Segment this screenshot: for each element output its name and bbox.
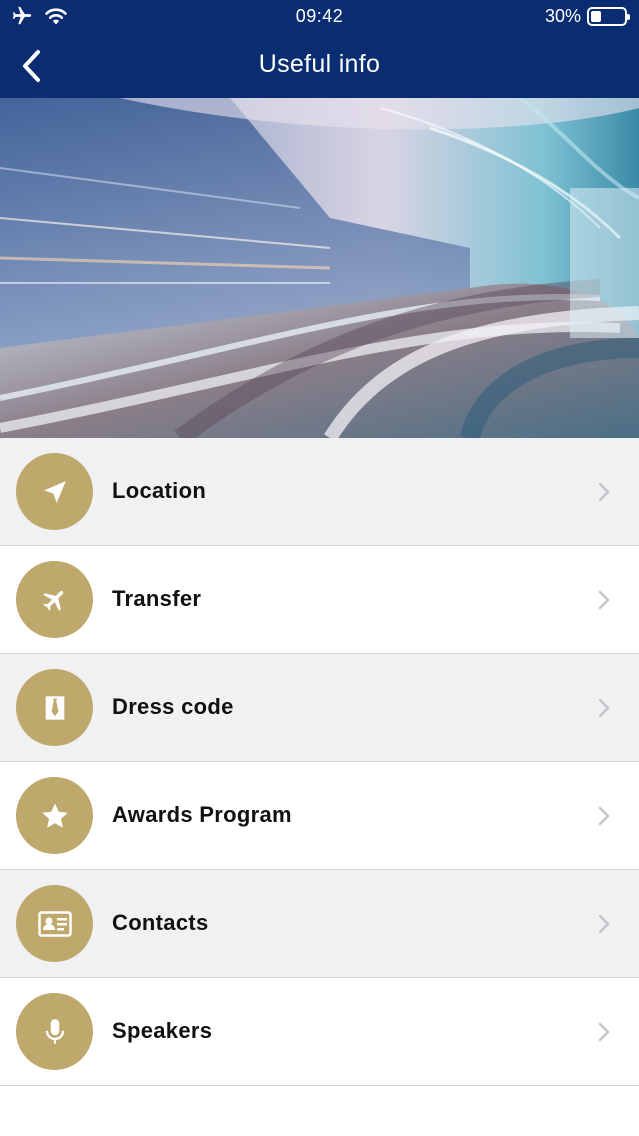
menu-item-transfer[interactable]: Transfer (0, 546, 639, 654)
hero-image (0, 98, 639, 438)
status-bar: 09:42 30% (0, 0, 639, 34)
menu-item-label: Transfer (112, 586, 202, 611)
battery-fill (591, 11, 601, 22)
location-icon-circle (16, 453, 93, 530)
menu-item-dress-code[interactable]: Dress code (0, 654, 639, 762)
dress-code-icon-circle (16, 669, 93, 746)
chevron-right-icon (598, 698, 610, 718)
top-bar: 09:42 30% Useful info (0, 0, 639, 98)
nav-bar: Useful info (0, 34, 639, 98)
awards-icon-circle (16, 777, 93, 854)
contacts-icon-circle (16, 885, 93, 962)
chevron-right-icon (598, 482, 610, 502)
chevron-right-icon (598, 1022, 610, 1042)
menu-item-label: Location (112, 478, 207, 503)
menu-item-label: Speakers (112, 1018, 213, 1043)
menu-item-contacts[interactable]: Contacts (0, 870, 639, 978)
menu-item-location[interactable]: Location (0, 438, 639, 546)
status-time: 09:42 (295, 6, 344, 26)
battery-percent: 30% (544, 6, 581, 26)
status-right: 30% (544, 6, 630, 27)
airplane-icon (42, 590, 63, 611)
menu-item-label: Dress code (112, 694, 234, 719)
chevron-right-icon (598, 590, 610, 610)
page-title: Useful info (258, 50, 381, 78)
tie-icon (45, 695, 64, 720)
menu-item-label: Awards Program (112, 802, 292, 827)
chevron-right-icon (598, 806, 610, 826)
menu-list: Location Transfer Dress code Awards Prog… (0, 438, 639, 1086)
star-icon (41, 803, 68, 828)
battery-icon (587, 7, 630, 26)
menu-item-label: Contacts (112, 910, 209, 935)
menu-item-speakers[interactable]: Speakers (0, 978, 639, 1086)
menu-item-awards-program[interactable]: Awards Program (0, 762, 639, 870)
contact-card-icon (37, 910, 72, 937)
speakers-icon-circle (16, 993, 93, 1070)
microphone-icon (45, 1018, 64, 1044)
chevron-right-icon (598, 914, 610, 934)
location-arrow-icon (43, 480, 66, 503)
transfer-icon-circle (16, 561, 93, 638)
hero-tunnel-graphic (0, 98, 639, 438)
